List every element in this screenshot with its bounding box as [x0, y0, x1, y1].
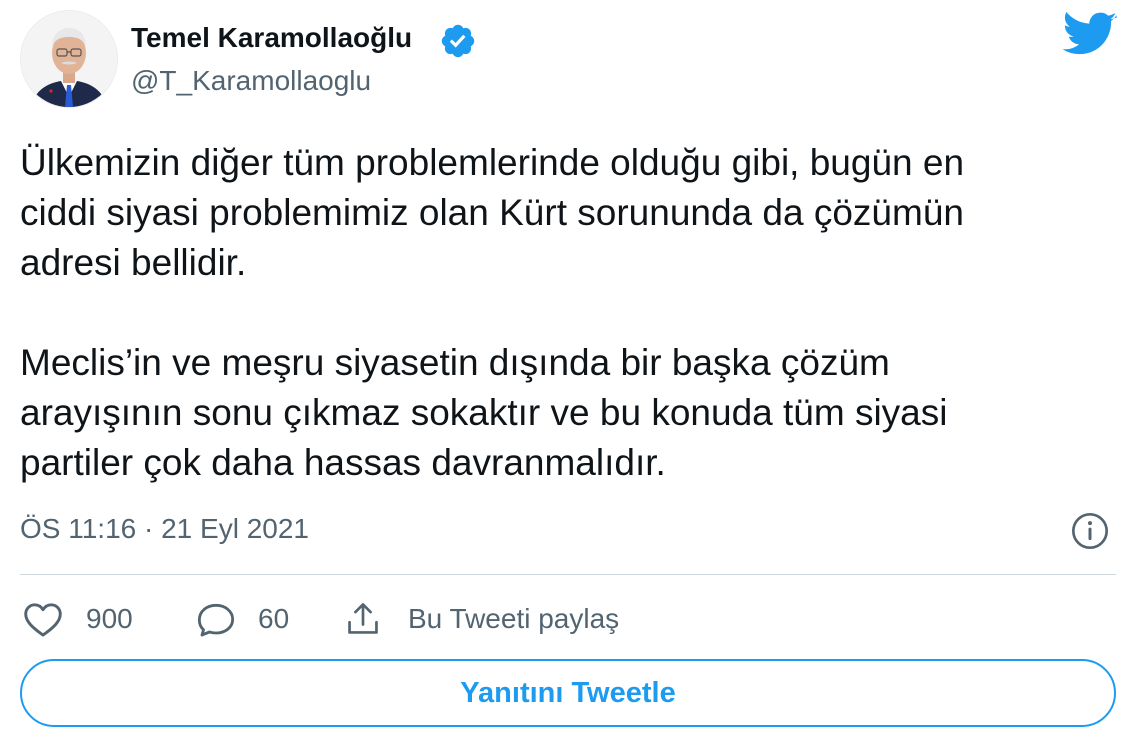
twitter-bird-icon[interactable]: [1062, 12, 1118, 58]
share-icon: [348, 603, 378, 634]
tweet-your-reply-button[interactable]: Yanıtını Tweetle: [20, 659, 1116, 727]
tweet-timestamp[interactable]: ÖS 11:16 · 21 Eyl 2021: [20, 511, 309, 547]
tweet-paragraph-1: Ülkemizin diğer tüm problemlerinde olduğ…: [20, 142, 965, 283]
info-icon[interactable]: [1070, 511, 1110, 551]
reply-button[interactable]: 60: [196, 597, 289, 641]
reply-bubble-icon: [197, 603, 235, 637]
tweet-text: Ülkemizin diğer tüm problemlerinde olduğ…: [20, 138, 1120, 488]
avatar[interactable]: [20, 10, 118, 108]
display-name[interactable]: Temel Karamollaoğlu: [131, 20, 412, 56]
share-label: Bu Tweeti paylaş: [408, 603, 620, 634]
user-handle[interactable]: @T_Karamollaoglu: [131, 63, 371, 99]
share-button[interactable]: Bu Tweeti paylaş: [344, 597, 619, 641]
heart-icon: [24, 603, 62, 637]
verified-badge-icon: [441, 24, 475, 58]
profile-photo: [21, 11, 117, 107]
reply-count: 60: [258, 603, 290, 634]
divider: [20, 574, 1116, 575]
like-count: 900: [86, 603, 133, 634]
like-button[interactable]: 900: [22, 597, 133, 641]
tweet-paragraph-2: Meclis’in ve meşru siyasetin dışında bir…: [20, 342, 948, 483]
